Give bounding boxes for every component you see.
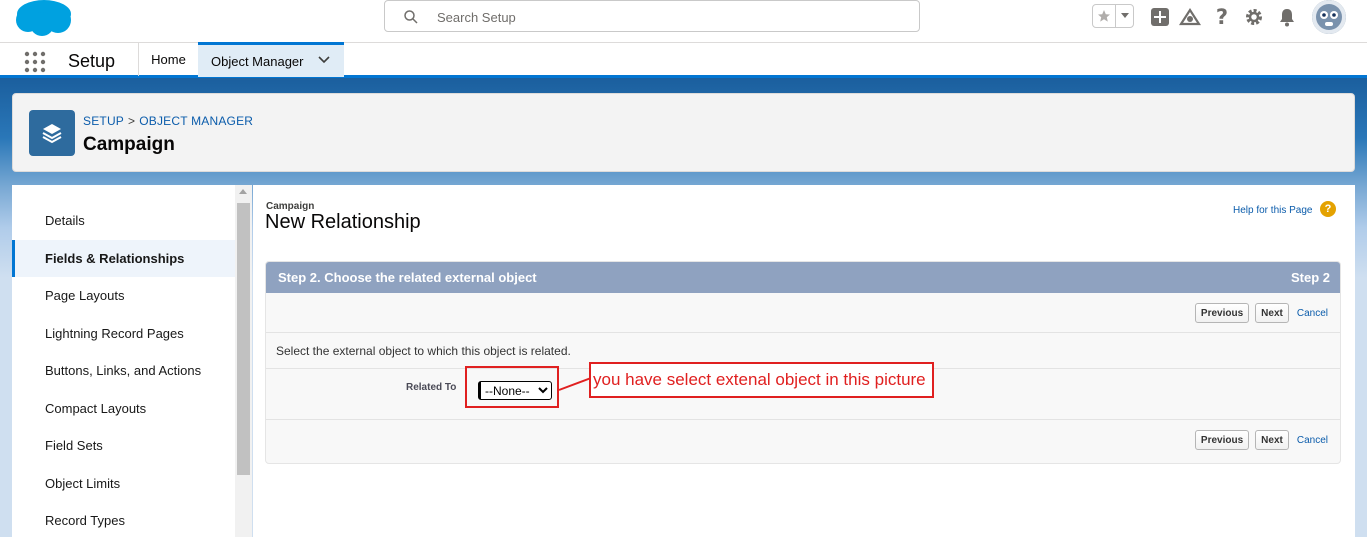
next-button[interactable]: Next [1255, 303, 1289, 323]
sidebar-item-buttons-links-actions[interactable]: Buttons, Links, and Actions [12, 352, 235, 389]
page-title: Campaign [83, 134, 175, 155]
sidebar-item-field-sets[interactable]: Field Sets [12, 427, 235, 464]
sidebar: Details Fields & Relationships Page Layo… [12, 185, 252, 537]
search-box[interactable] [384, 0, 920, 32]
sidebar-item-record-types[interactable]: Record Types [12, 502, 235, 537]
scrollbar-thumb[interactable] [237, 203, 250, 475]
breadcrumb-object-manager[interactable]: OBJECT MANAGER [139, 114, 253, 128]
sidebar-item-fields-relationships[interactable]: Fields & Relationships [12, 240, 235, 277]
content-title: New Relationship [265, 211, 421, 233]
sidebar-item-compact-layouts[interactable]: Compact Layouts [12, 390, 235, 427]
cancel-link[interactable]: Cancel [1297, 308, 1328, 319]
sidebar-item-details[interactable]: Details [12, 202, 235, 239]
step-header: Step 2. Choose the related external obje… [266, 262, 1340, 293]
sidebar-scrollbar[interactable] [235, 185, 252, 537]
step-title: Step 2. Choose the related external obje… [278, 270, 537, 285]
tab-object-manager-label: Object Manager [211, 53, 304, 69]
sidebar-item-lightning-record-pages[interactable]: Lightning Record Pages [12, 315, 235, 352]
annotation-highlight-box [465, 366, 559, 408]
favorites-list-chevron-icon[interactable] [1116, 5, 1133, 27]
help-link[interactable]: Help for this Page [1233, 205, 1313, 216]
sidebar-item-page-layouts[interactable]: Page Layouts [12, 277, 235, 314]
next-button[interactable]: Next [1255, 430, 1289, 450]
search-icon [404, 10, 418, 24]
gear-icon[interactable] [1241, 4, 1267, 30]
breadcrumb-separator: > [128, 114, 136, 128]
chevron-down-icon[interactable] [318, 56, 330, 64]
layers-icon [29, 110, 75, 156]
salesforce-logo[interactable] [14, 0, 74, 36]
search-input[interactable] [437, 7, 897, 27]
favorites-group[interactable] [1092, 4, 1134, 28]
favorites-star-icon[interactable] [1093, 5, 1116, 27]
previous-button[interactable]: Previous [1194, 430, 1250, 450]
tab-object-manager[interactable]: Object Manager [198, 42, 344, 77]
divider [266, 419, 1340, 420]
previous-button[interactable]: Previous [1194, 303, 1250, 323]
object-header: SETUP > OBJECT MANAGER Campaign [12, 93, 1355, 172]
tab-home[interactable]: Home [138, 43, 198, 76]
global-header: ? [0, 0, 1367, 42]
bottom-button-row: Previous Next Cancel [1194, 430, 1328, 450]
avatar[interactable] [1312, 0, 1346, 34]
breadcrumb: SETUP > OBJECT MANAGER [83, 114, 253, 128]
breadcrumb-setup[interactable]: SETUP [83, 114, 124, 128]
related-to-label: Related To [406, 382, 457, 393]
app-name: Setup [68, 51, 116, 71]
add-icon[interactable] [1147, 4, 1173, 30]
trailhead-icon[interactable] [1177, 4, 1203, 30]
help-icon[interactable]: ? [1209, 4, 1235, 30]
scroll-up-arrow-icon[interactable] [239, 189, 247, 194]
top-button-row: Previous Next Cancel [1194, 303, 1328, 323]
app-launcher-icon[interactable] [24, 51, 46, 73]
divider [266, 332, 1340, 333]
notifications-bell-icon[interactable] [1274, 4, 1300, 30]
instruction-text: Select the external object to which this… [276, 344, 571, 358]
main-content: Campaign New Relationship Help for this … [253, 185, 1355, 537]
step-number: Step 2 [1290, 270, 1330, 285]
cancel-link[interactable]: Cancel [1297, 435, 1328, 446]
annotation-text-box: you have select extenal object in this p… [589, 362, 934, 398]
sidebar-item-object-limits[interactable]: Object Limits [12, 465, 235, 502]
navigation-bar: Setup Home Object Manager [0, 42, 1367, 78]
help-badge-icon[interactable]: ? [1320, 201, 1336, 217]
